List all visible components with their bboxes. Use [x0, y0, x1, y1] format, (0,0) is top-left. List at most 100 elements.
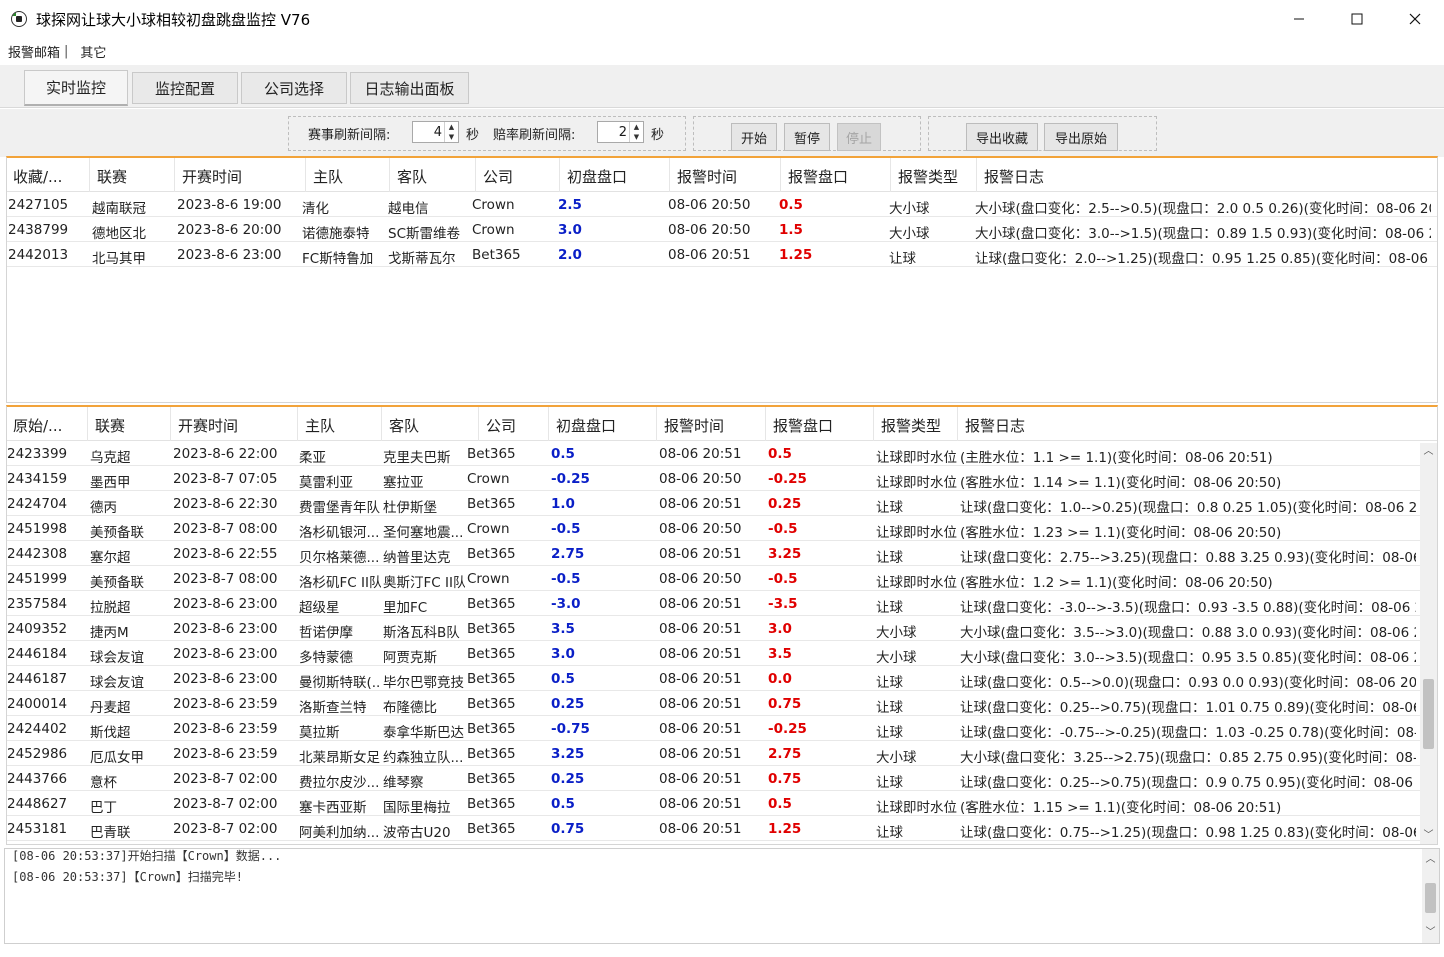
fav-header-match-id[interactable]: 收藏/...	[13, 166, 62, 187]
log-output[interactable]: [08-06 20:53:37]开始扫描【Crown】数据... [08-06 …	[4, 848, 1440, 944]
column-divider[interactable]	[297, 407, 298, 441]
cell-initial-line: -0.5	[551, 521, 581, 537]
tab-company-select[interactable]: 公司选择	[241, 72, 347, 104]
column-divider[interactable]	[559, 158, 560, 192]
log-line: [08-06 20:53:37]【Crown】扫描完毕!	[12, 870, 243, 884]
fav-header-company[interactable]: 公司	[483, 166, 513, 187]
raw-header-alarm-line[interactable]: 报警盘口	[773, 415, 833, 436]
odds-refresh-spinner[interactable]: 2 ▲ ▼	[597, 121, 644, 143]
raw-header-company[interactable]: 公司	[486, 415, 516, 436]
raw-header-alarm-type[interactable]: 报警类型	[881, 415, 941, 436]
table-row[interactable]: 2357584 拉脱超 2023-8-6 23:00 超级星 里加FC Bet365 -3.…	[7, 591, 1437, 616]
table-row[interactable]: 2400014 丹麦超 2023-8-6 23:59 洛斯查兰特 布隆德比 Bet365 0…	[7, 691, 1437, 716]
cell-alarm-line: 0.25	[768, 496, 802, 512]
raw-header-league[interactable]: 联赛	[95, 415, 125, 436]
table-row[interactable]: 2453181 巴青联 2023-8-7 02:00 阿美利加纳... 波帝古U20 Be…	[7, 816, 1437, 841]
cell-alarm-type: 大小球	[876, 625, 917, 641]
column-divider[interactable]	[305, 158, 306, 192]
table-row[interactable]: 2423399 乌克超 2023-8-6 22:00 柔亚 克里夫巴斯 Bet365 0.5…	[7, 441, 1437, 466]
column-divider[interactable]	[873, 407, 874, 441]
column-divider[interactable]	[976, 158, 977, 192]
scroll-up-icon[interactable]: ︿	[1420, 443, 1437, 460]
scroll-down-icon[interactable]: ﹀	[1420, 827, 1437, 844]
table-row[interactable]: 2434159 墨西甲 2023-8-7 07:05 莫雷利亚 塞拉亚 Crown -0.2…	[7, 466, 1437, 491]
column-divider[interactable]	[389, 158, 390, 192]
column-divider[interactable]	[475, 158, 476, 192]
fav-header-kickoff-time[interactable]: 开赛时间	[182, 166, 242, 187]
menu-alarm-email[interactable]: 报警邮箱	[0, 42, 68, 61]
column-divider[interactable]	[89, 158, 90, 192]
scroll-down-icon[interactable]: ﹀	[1422, 924, 1439, 941]
cell-alarm-log: (客胜水位：1.14 >= 1.1)(变化时间：08-06 20:50)	[960, 475, 1282, 491]
table-row[interactable]: 2424402 斯伐超 2023-8-6 23:59 莫拉斯 泰拿华斯巴达 Bet365 -…	[7, 716, 1437, 741]
start-button[interactable]: 开始	[731, 123, 777, 151]
cell-alarm-line: 0.5	[768, 796, 792, 812]
spinner-arrows-icon[interactable]: ▲ ▼	[629, 122, 643, 142]
table-row[interactable]: 2442013 北马其甲 2023-8-6 23:00 FC斯特鲁加 戈斯蒂瓦尔 Bet3…	[7, 242, 1437, 267]
menu-other[interactable]: 其它	[72, 42, 114, 61]
table-row[interactable]: 2427105 越南联冠 2023-8-6 19:00 清化 越电信 Crown 2.5 08…	[7, 192, 1437, 217]
maximize-button[interactable]	[1328, 0, 1386, 38]
tab-monitor-config[interactable]: 监控配置	[132, 72, 238, 104]
table-row[interactable]: 2409352 捷丙M 2023-8-6 23:00 哲诺伊摩 斯洛瓦科B队 Bet365…	[7, 616, 1437, 641]
fav-header-alarm-type[interactable]: 报警类型	[898, 166, 958, 187]
raw-header-match-id[interactable]: 原始/...	[13, 415, 62, 436]
tab-log-panel[interactable]: 日志输出面板	[350, 72, 469, 104]
column-divider[interactable]	[669, 158, 670, 192]
cell-company: Bet365	[467, 746, 516, 762]
fav-header-initial-line[interactable]: 初盘盘口	[567, 166, 627, 187]
tab-realtime-monitor[interactable]: 实时监控	[24, 70, 128, 106]
scroll-up-icon[interactable]: ︿	[1422, 851, 1439, 868]
column-divider[interactable]	[87, 407, 88, 441]
column-divider[interactable]	[780, 158, 781, 192]
close-button[interactable]	[1386, 0, 1444, 38]
spinner-arrows-icon[interactable]: ▲ ▼	[444, 122, 458, 142]
fav-header-away-team[interactable]: 客队	[397, 166, 427, 187]
table-row[interactable]: 2446187 球会友谊 2023-8-6 23:00 曼彻斯特联(... 毕尔巴鄂竞技…	[7, 666, 1437, 691]
pause-button[interactable]: 暂停	[784, 123, 830, 151]
raw-table-scrollbar[interactable]: ︿ ﹀	[1420, 443, 1437, 844]
column-divider[interactable]	[656, 407, 657, 441]
raw-header-alarm-time[interactable]: 报警时间	[664, 415, 724, 436]
raw-header-home-team[interactable]: 主队	[305, 415, 335, 436]
match-refresh-spinner[interactable]: 4 ▲ ▼	[412, 121, 459, 143]
minimize-button[interactable]	[1270, 0, 1328, 38]
table-row[interactable]: 2442308 塞尔超 2023-8-6 22:55 贝尔格莱德... 纳普里达克 Bet…	[7, 541, 1437, 566]
fav-header-alarm-time[interactable]: 报警时间	[677, 166, 737, 187]
column-divider[interactable]	[170, 407, 171, 441]
raw-header-initial-line[interactable]: 初盘盘口	[556, 415, 616, 436]
column-divider[interactable]	[381, 407, 382, 441]
export-raw-button[interactable]: 导出原始	[1044, 123, 1118, 151]
scrollbar-thumb[interactable]	[1423, 679, 1434, 749]
cell-alarm-log: 让球(盘口变化：1.0-->0.25)(现盘口：0.8 0.25 1.05)(变…	[960, 500, 1416, 516]
raw-header-away-team[interactable]: 客队	[389, 415, 419, 436]
table-row[interactable]: 2424704 德丙 2023-8-6 22:30 费雷堡青年队 杜伊斯堡 Bet365 1…	[7, 491, 1437, 516]
column-divider[interactable]	[174, 158, 175, 192]
table-row[interactable]: 2451999 美预备联 2023-8-7 08:00 洛杉矶FC II队 奥斯汀FC …	[7, 566, 1437, 591]
table-row[interactable]: 2438799 德地区北 2023-8-6 20:00 诺德施泰特 SC斯雷维卷 Crow…	[7, 217, 1437, 242]
column-divider[interactable]	[548, 407, 549, 441]
fav-header-home-team[interactable]: 主队	[313, 166, 343, 187]
raw-header-kickoff-time[interactable]: 开赛时间	[178, 415, 238, 436]
table-row[interactable]: 2446184 球会友谊 2023-8-6 23:00 多特蒙德 阿贾克斯 Bet365 3…	[7, 641, 1437, 666]
cell-alarm-time: 08-06 20:50	[659, 571, 742, 587]
fav-header-league[interactable]: 联赛	[97, 166, 127, 187]
cell-kickoff-time: 2023-8-6 23:59	[173, 721, 278, 737]
table-row[interactable]: 2443766 意杯 2023-8-7 02:00 费拉尔皮沙... 维琴察 Bet365…	[7, 766, 1437, 791]
column-divider[interactable]	[890, 158, 891, 192]
column-divider[interactable]	[957, 407, 958, 441]
table-row[interactable]: 2452986 厄瓜女甲 2023-8-6 23:59 北莱昂斯女足 约森独立队... B…	[7, 741, 1437, 766]
stop-button[interactable]: 停止	[837, 123, 881, 151]
column-divider[interactable]	[478, 407, 479, 441]
raw-header-alarm-log[interactable]: 报警日志	[965, 415, 1025, 436]
scrollbar-thumb[interactable]	[1425, 883, 1436, 913]
title-bar: 球探网让球大小球相较初盘跳盘监控 V76	[0, 0, 1444, 38]
fav-header-alarm-log[interactable]: 报警日志	[984, 166, 1044, 187]
export-favorites-button[interactable]: 导出收藏	[966, 123, 1038, 151]
log-scrollbar[interactable]: ︿ ﹀	[1422, 849, 1439, 943]
table-row[interactable]: 2448627 巴丁 2023-8-7 02:00 塞卡西亚斯 国际里梅拉 Bet365 0…	[7, 791, 1437, 816]
table-row[interactable]: 2451998 美预备联 2023-8-7 08:00 洛杉矶银河... 圣何塞地震..…	[7, 516, 1437, 541]
column-divider[interactable]	[765, 407, 766, 441]
fav-header-alarm-line[interactable]: 报警盘口	[788, 166, 848, 187]
cell-league: 斯伐超	[90, 725, 131, 741]
